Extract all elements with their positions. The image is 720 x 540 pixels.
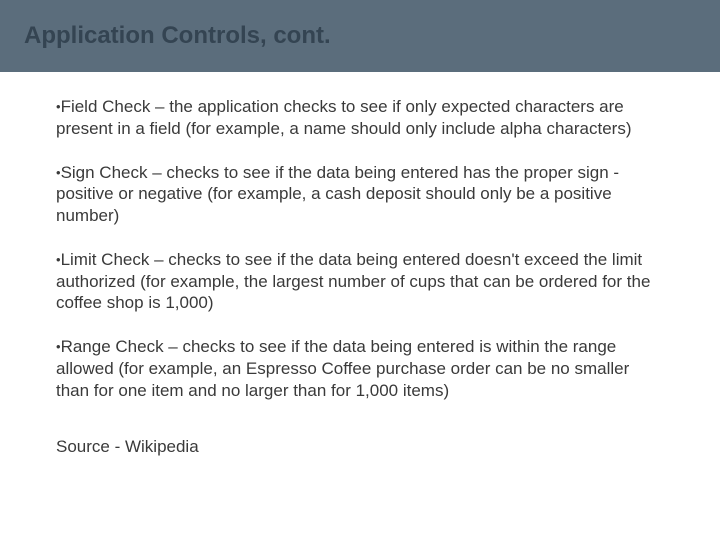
- bullet-text: Field Check – the application checks to …: [56, 97, 632, 138]
- slide-header: Application Controls, cont.: [0, 0, 720, 72]
- slide-title: Application Controls, cont.: [24, 22, 331, 50]
- source-text: Source - Wikipedia: [56, 437, 664, 457]
- bullet-item: •Sign Check – checks to see if the data …: [56, 162, 664, 227]
- bullet-text: Range Check – checks to see if the data …: [56, 337, 629, 400]
- slide-content: •Field Check – the application checks to…: [0, 72, 720, 457]
- bullet-item: •Limit Check – checks to see if the data…: [56, 249, 664, 314]
- bullet-text: Limit Check – checks to see if the data …: [56, 250, 650, 313]
- bullet-item: •Field Check – the application checks to…: [56, 96, 664, 140]
- bullet-text: Sign Check – checks to see if the data b…: [56, 163, 619, 226]
- bullet-item: •Range Check – checks to see if the data…: [56, 336, 664, 401]
